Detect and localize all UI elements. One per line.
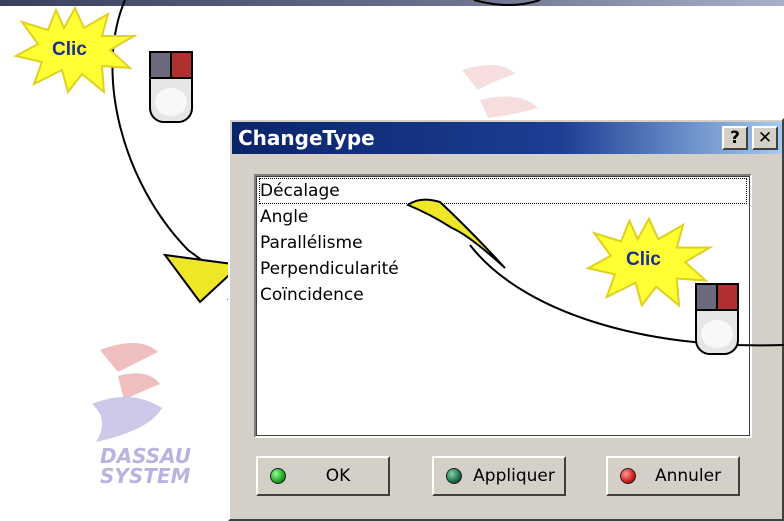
ok-button-label: OK	[325, 466, 351, 486]
dark-green-led-icon	[446, 468, 462, 484]
dialog-titlebar[interactable]: ChangeType ? ✕	[232, 122, 782, 154]
cancel-button[interactable]: Annuler	[606, 456, 740, 496]
red-led-icon	[620, 468, 636, 484]
cancel-button-label: Annuler	[654, 466, 722, 486]
green-led-icon	[270, 468, 286, 484]
mouse-click-icon-1	[149, 51, 193, 123]
callout-label-2: Clic	[626, 249, 661, 270]
callout-label-1: Clic	[52, 39, 87, 60]
apply-button-label: Appliquer	[473, 466, 555, 486]
watermark-text: DASSAU SYSTEM	[100, 446, 191, 486]
apply-button[interactable]: Appliquer	[432, 456, 566, 496]
help-button[interactable]: ?	[722, 126, 748, 150]
mouse-click-icon-2	[695, 283, 739, 355]
ok-button[interactable]: OK	[256, 456, 390, 496]
watermark-line-1: DASSAU	[100, 444, 191, 468]
dialog-title: ChangeType	[238, 126, 375, 150]
title-buttons: ? ✕	[722, 126, 778, 150]
list-item-decalage[interactable]: Décalage	[259, 178, 747, 204]
close-button[interactable]: ✕	[752, 126, 778, 150]
watermark-line-2: SYSTEM	[100, 464, 191, 488]
